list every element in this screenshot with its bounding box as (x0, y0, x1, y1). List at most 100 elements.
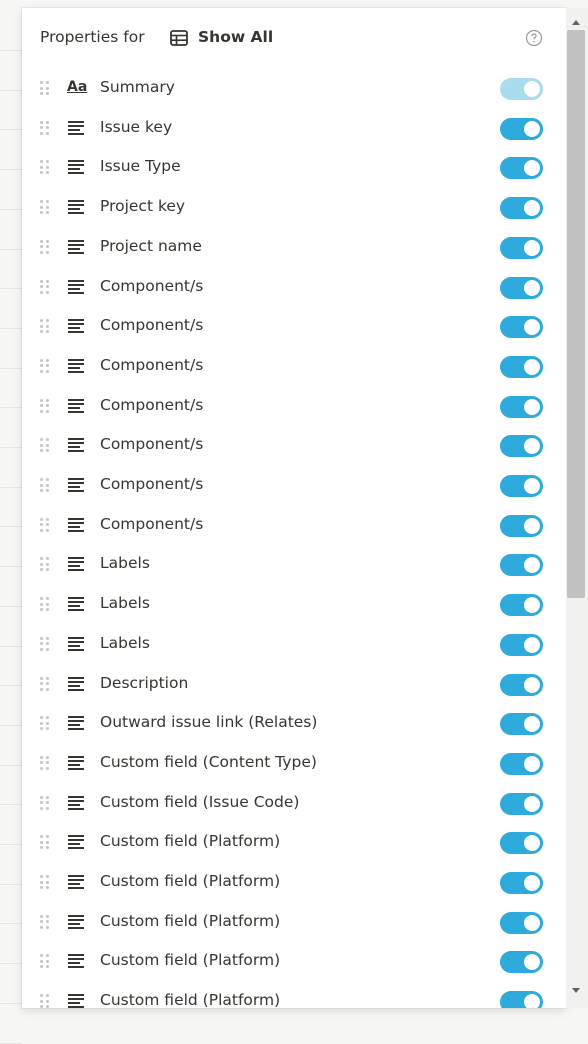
drag-handle-icon[interactable] (40, 914, 50, 930)
drag-handle-icon[interactable] (40, 676, 50, 692)
property-row[interactable]: Issue key (22, 108, 566, 148)
toggle-knob (524, 755, 540, 772)
property-name: Component/s (100, 475, 204, 493)
visibility-toggle[interactable] (500, 713, 543, 736)
drag-handle-icon[interactable] (40, 715, 50, 731)
property-name: Component/s (100, 316, 204, 335)
text-lines-icon (68, 318, 88, 334)
property-row[interactable]: Custom field (Platform) (22, 981, 566, 1008)
drag-handle-icon[interactable] (40, 398, 50, 414)
visibility-toggle[interactable] (500, 395, 543, 418)
property-row[interactable]: Custom field (Platform) (22, 941, 566, 981)
toggle-knob (524, 81, 540, 97)
visibility-toggle[interactable] (500, 514, 543, 537)
visibility-toggle[interactable] (500, 991, 543, 1008)
help-circle-icon[interactable] (525, 29, 543, 47)
property-row[interactable]: Labels (22, 584, 566, 624)
property-name: Custom field (Platform) (100, 991, 281, 1008)
visibility-toggle[interactable] (500, 355, 543, 378)
scrollbar[interactable] (566, 8, 588, 1008)
property-row[interactable]: Description (22, 664, 566, 704)
drag-handle-icon[interactable] (40, 159, 50, 175)
visibility-toggle[interactable] (500, 236, 543, 259)
visibility-toggle[interactable] (500, 117, 543, 140)
property-row[interactable]: Component/s (22, 465, 566, 505)
toggle-knob (524, 716, 540, 733)
drag-handle-icon[interactable] (40, 358, 50, 374)
drag-handle-icon[interactable] (40, 834, 50, 850)
visibility-toggle[interactable] (500, 951, 543, 974)
visibility-toggle[interactable] (500, 752, 543, 775)
text-lines-icon (68, 199, 88, 215)
text-lines-icon (68, 159, 88, 175)
drag-handle-icon[interactable] (40, 596, 50, 612)
property-row[interactable]: Labels (22, 624, 566, 664)
drag-handle-icon[interactable] (40, 120, 50, 136)
property-row[interactable]: Custom field (Issue Code) (22, 783, 566, 823)
scrollbar-thumb[interactable] (567, 30, 585, 598)
visibility-toggle[interactable] (500, 792, 543, 815)
drag-handle-icon[interactable] (40, 279, 50, 295)
property-row[interactable]: Component/s (22, 306, 566, 346)
property-name: Component/s (100, 514, 204, 533)
drag-handle-icon[interactable] (40, 556, 50, 572)
property-row[interactable]: Component/s (22, 386, 566, 426)
property-row[interactable]: Custom field (Platform) (22, 862, 566, 902)
text-lines-icon (68, 477, 88, 493)
property-name: Custom field (Content Type) (100, 752, 317, 771)
text-lines-icon (68, 874, 88, 890)
visibility-toggle[interactable] (500, 316, 543, 339)
toggle-knob (524, 160, 540, 177)
scroll-down-arrow-icon[interactable] (572, 988, 580, 993)
property-name: Custom field (Platform) (100, 832, 281, 851)
toggle-knob (524, 676, 540, 693)
visibility-toggle[interactable] (500, 554, 543, 577)
property-row[interactable]: Outward issue link (Relates) (22, 703, 566, 743)
drag-handle-icon[interactable] (40, 199, 50, 215)
text-lines-icon (68, 834, 88, 850)
drag-handle-icon[interactable] (40, 874, 50, 890)
visibility-toggle[interactable] (500, 157, 543, 180)
visibility-toggle[interactable] (500, 673, 543, 696)
property-row[interactable]: Project key (22, 187, 566, 227)
text-lines-icon (68, 795, 88, 811)
drag-handle-icon[interactable] (40, 795, 50, 811)
text-lines-icon (68, 596, 88, 612)
drag-handle-icon[interactable] (40, 239, 50, 255)
drag-handle-icon[interactable] (40, 636, 50, 652)
visibility-toggle[interactable] (500, 633, 543, 656)
visibility-toggle[interactable] (500, 911, 543, 934)
drag-handle-icon[interactable] (40, 80, 50, 96)
property-row[interactable]: Component/s (22, 505, 566, 545)
property-name: Custom field (Platform) (100, 872, 281, 890)
drag-handle-icon[interactable] (40, 993, 50, 1008)
drag-handle-icon[interactable] (40, 437, 50, 453)
visibility-toggle[interactable] (500, 197, 543, 220)
drag-handle-icon[interactable] (40, 953, 50, 969)
property-row[interactable]: Custom field (Platform) (22, 902, 566, 942)
drag-handle-icon[interactable] (40, 477, 50, 493)
table-icon (170, 30, 188, 46)
visibility-toggle[interactable] (500, 276, 543, 299)
scroll-up-arrow-icon[interactable] (572, 20, 580, 25)
visibility-toggle[interactable] (500, 872, 543, 894)
drag-handle-icon[interactable] (40, 755, 50, 771)
database-view-name[interactable]: Show All (198, 28, 273, 46)
visibility-toggle[interactable] (500, 594, 543, 617)
property-row[interactable]: Custom field (Platform) (22, 822, 566, 862)
visibility-toggle[interactable] (500, 832, 543, 855)
visibility-toggle[interactable] (500, 475, 543, 497)
drag-handle-icon[interactable] (40, 318, 50, 334)
property-row[interactable]: Component/s (22, 346, 566, 386)
property-row[interactable]: Labels (22, 544, 566, 584)
property-row[interactable]: Component/s (22, 267, 566, 307)
drag-handle-icon[interactable] (40, 517, 50, 533)
property-row[interactable]: Custom field (Content Type) (22, 743, 566, 783)
property-row[interactable]: Component/s (22, 425, 566, 465)
property-row[interactable]: Project name (22, 227, 566, 267)
toggle-knob (524, 319, 540, 336)
toggle-knob (524, 239, 540, 256)
visibility-toggle[interactable] (500, 435, 543, 458)
property-row[interactable]: Issue Type (22, 147, 566, 187)
property-row[interactable]: Aa Summary (22, 68, 566, 108)
